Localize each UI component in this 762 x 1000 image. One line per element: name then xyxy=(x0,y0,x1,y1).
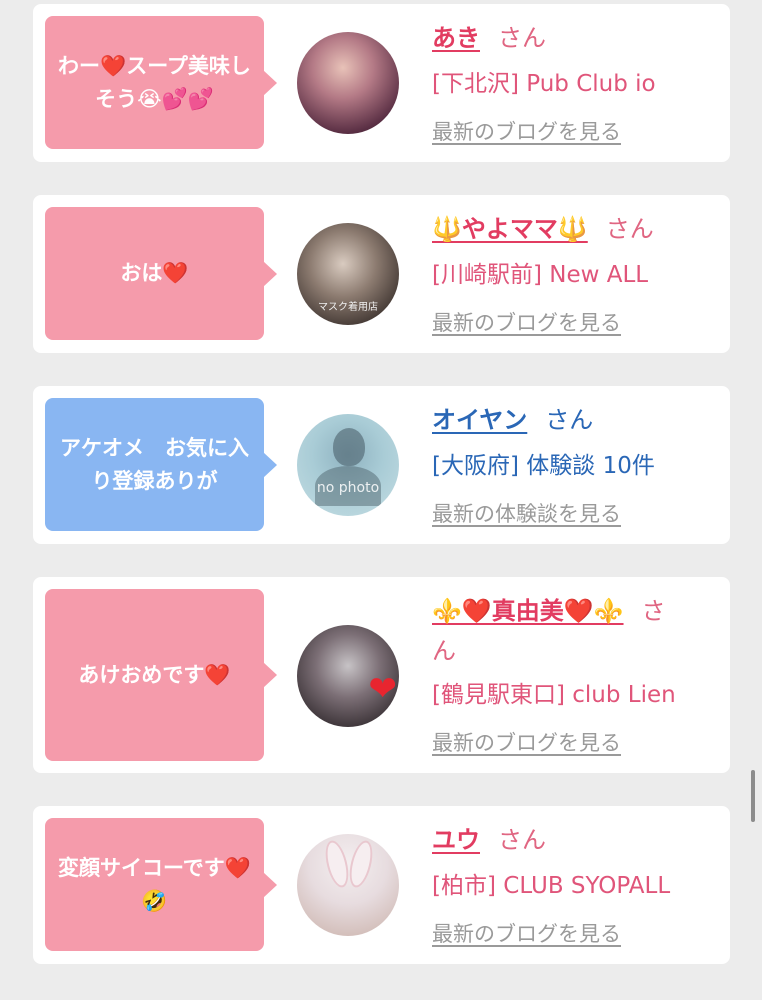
cast-name-link[interactable]: 🔱やよママ🔱 xyxy=(432,215,588,243)
avatar[interactable] xyxy=(297,834,399,936)
heart-icon: ❤ xyxy=(368,669,398,709)
shop-info: [下北沢] Pub Club io xyxy=(432,71,656,97)
avatar[interactable]: マスク着用店 xyxy=(297,223,399,325)
name-row: ⚜️❤️真由美❤️⚜️ さ ん xyxy=(432,591,722,671)
shop-info: [柏市] CLUB SYOPALL xyxy=(432,873,671,899)
message-text: アケオメ お気に入り登録ありが xyxy=(60,435,249,493)
cast-name-link[interactable]: あき xyxy=(432,24,480,52)
avatar-caption: no photo xyxy=(316,480,380,496)
avatar-caption: マスク着用店 xyxy=(318,302,378,313)
message-text: おは❤️ xyxy=(120,261,189,286)
message-card: 変顔サイコーです❤️🤣 ユウ さん [柏市] CLUB SYOPALL 最新のブロ… xyxy=(33,806,730,964)
user-info: [大阪府] 体験談 10件 xyxy=(432,453,655,479)
message-bubble: あけおめです❤️ xyxy=(45,589,277,761)
scrollbar[interactable] xyxy=(751,770,755,822)
latest-blog-link[interactable]: 最新のブログを見る xyxy=(432,727,621,757)
latest-review-link[interactable]: 最新の体験談を見る xyxy=(432,498,621,528)
avatar[interactable]: ❤ xyxy=(297,625,399,727)
name-row: 🔱やよママ🔱 さん xyxy=(432,209,654,244)
latest-blog-link[interactable]: 最新のブログを見る xyxy=(432,918,621,948)
latest-blog-link[interactable]: 最新のブログを見る xyxy=(432,307,621,337)
avatar[interactable]: no photo xyxy=(297,414,399,516)
message-bubble: アケオメ お気に入り登録ありが xyxy=(45,398,277,531)
honorific: さん xyxy=(545,406,594,434)
honorific: さん xyxy=(498,24,546,52)
message-card: おは❤️ マスク着用店 🔱やよママ🔱 さん [川崎駅前] New ALL 最新のブ… xyxy=(33,195,730,353)
message-text: あけおめです❤️ xyxy=(78,662,231,687)
message-text: 変顔サイコーです❤️🤣 xyxy=(58,855,251,913)
honorific: さん xyxy=(498,826,546,854)
message-bubble: おは❤️ xyxy=(45,207,277,340)
message-card: わー❤️スープ美味しそう😭💕💕 あき さん [下北沢] Pub Club io 最… xyxy=(33,4,730,162)
name-row: オイヤン さん xyxy=(432,400,593,435)
cast-name-link[interactable]: ⚜️❤️真由美❤️⚜️ xyxy=(432,597,624,625)
user-name-link[interactable]: オイヤン xyxy=(432,406,527,434)
name-row: あき さん xyxy=(432,18,546,53)
avatar[interactable] xyxy=(297,32,399,134)
message-bubble: 変顔サイコーです❤️🤣 xyxy=(45,818,277,951)
name-row: ユウ さん xyxy=(432,820,546,855)
bunny-ear-icon xyxy=(321,838,353,890)
shop-info: [鶴見駅東口] club Lien xyxy=(432,682,676,708)
shop-info: [川崎駅前] New ALL xyxy=(432,262,649,288)
message-text: わー❤️スープ美味しそう😭💕💕 xyxy=(58,53,251,111)
message-card: アケオメ お気に入り登録ありが no photo オイヤン さん [大阪府] 体験… xyxy=(33,386,730,544)
silhouette-icon xyxy=(333,428,365,466)
message-card: あけおめです❤️ ❤ ⚜️❤️真由美❤️⚜️ さ ん [鶴見駅東口] club L… xyxy=(33,577,730,773)
honorific: さん xyxy=(605,215,654,243)
cast-name-link[interactable]: ユウ xyxy=(432,826,480,854)
bunny-ear-icon xyxy=(345,838,377,890)
message-bubble: わー❤️スープ美味しそう😭💕💕 xyxy=(45,16,277,149)
latest-blog-link[interactable]: 最新のブログを見る xyxy=(432,116,621,146)
